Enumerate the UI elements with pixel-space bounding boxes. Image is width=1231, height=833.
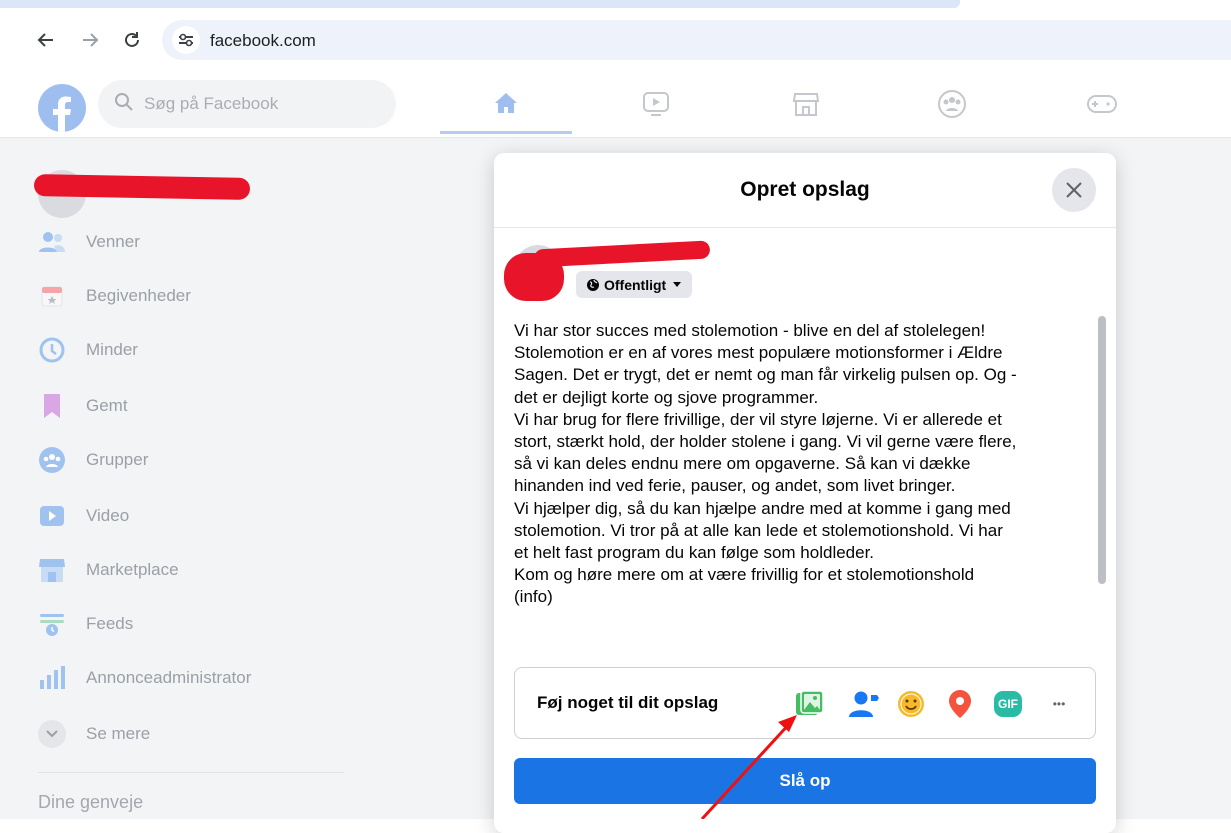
annotation-arrow bbox=[700, 715, 797, 819]
